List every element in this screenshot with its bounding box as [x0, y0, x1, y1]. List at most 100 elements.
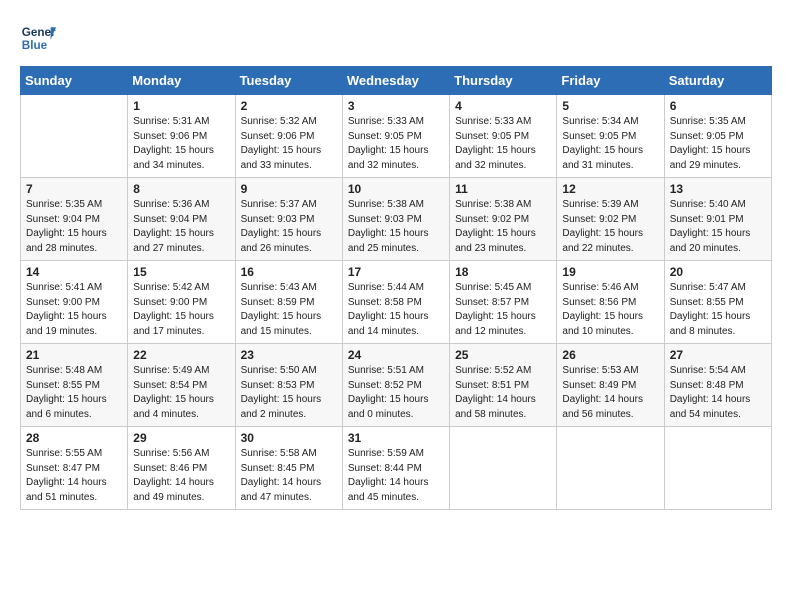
day-number: 26 [562, 348, 658, 362]
weekday-header-wednesday: Wednesday [342, 67, 449, 95]
day-number: 14 [26, 265, 122, 279]
day-number: 9 [241, 182, 337, 196]
day-number: 20 [670, 265, 766, 279]
weekday-header-friday: Friday [557, 67, 664, 95]
calendar-cell: 27 Sunrise: 5:54 AM Sunset: 8:48 PM Dayli… [664, 344, 771, 427]
day-info: Sunrise: 5:58 AM Sunset: 8:45 PM Dayligh… [241, 447, 337, 505]
calendar-cell: 15Sunrise: 5:42 AM Sunset: 9:00 PM Dayli… [128, 261, 235, 344]
calendar-cell: 19 Sunrise: 5:46 AM Sunset: 8:56 PM Dayli… [557, 261, 664, 344]
day-number: 4 [455, 99, 551, 113]
logo-icon: General Blue [20, 20, 56, 56]
calendar-cell: 4 Sunrise: 5:33 AM Sunset: 9:05 PM Daylig… [450, 95, 557, 178]
calendar-cell: 20 Sunrise: 5:47 AM Sunset: 8:55 PM Dayli… [664, 261, 771, 344]
day-info: Sunrise: 5:47 AM Sunset: 8:55 PM Dayligh… [670, 281, 766, 339]
calendar-cell: 30Sunrise: 5:58 AM Sunset: 8:45 PM Dayli… [235, 427, 342, 510]
calendar-cell: 26 Sunrise: 5:53 AM Sunset: 8:49 PM Dayli… [557, 344, 664, 427]
day-info: Sunrise: 5:38 AM Sunset: 9:03 PM Dayligh… [348, 198, 444, 256]
calendar-cell: 6 Sunrise: 5:35 AM Sunset: 9:05 PM Daylig… [664, 95, 771, 178]
calendar-cell: 2 Sunrise: 5:32 AM Sunset: 9:06 PM Daylig… [235, 95, 342, 178]
calendar-cell: 16 Sunrise: 5:43 AM Sunset: 8:59 PM Dayli… [235, 261, 342, 344]
day-info: Sunrise: 5:40 AM Sunset: 9:01 PM Dayligh… [670, 198, 766, 256]
calendar-cell: 3 Sunrise: 5:33 AM Sunset: 9:05 PM Daylig… [342, 95, 449, 178]
day-info: Sunrise: 5:54 AM Sunset: 8:48 PM Dayligh… [670, 364, 766, 422]
day-number: 6 [670, 99, 766, 113]
day-number: 5 [562, 99, 658, 113]
calendar-cell: 9Sunrise: 5:37 AM Sunset: 9:03 PM Daylig… [235, 178, 342, 261]
weekday-header-thursday: Thursday [450, 67, 557, 95]
day-number: 13 [670, 182, 766, 196]
day-info: Sunrise: 5:55 AM Sunset: 8:47 PM Dayligh… [26, 447, 122, 505]
day-number: 1 [133, 99, 229, 113]
day-info: Sunrise: 5:45 AM Sunset: 8:57 PM Dayligh… [455, 281, 551, 339]
day-number: 31 [348, 431, 444, 445]
day-number: 2 [241, 99, 337, 113]
logo: General Blue [20, 20, 56, 56]
calendar-cell: 14 Sunrise: 5:41 AM Sunset: 9:00 PM Dayli… [21, 261, 128, 344]
day-info: Sunrise: 5:41 AM Sunset: 9:00 PM Dayligh… [26, 281, 122, 339]
day-number: 28 [26, 431, 122, 445]
calendar-cell: 29Sunrise: 5:56 AM Sunset: 8:46 PM Dayli… [128, 427, 235, 510]
calendar-cell [21, 95, 128, 178]
calendar-week-row: 7 Sunrise: 5:35 AM Sunset: 9:04 PM Daylig… [21, 178, 772, 261]
day-info: Sunrise: 5:32 AM Sunset: 9:06 PM Dayligh… [241, 115, 337, 173]
day-info: Sunrise: 5:46 AM Sunset: 8:56 PM Dayligh… [562, 281, 658, 339]
day-number: 18 [455, 265, 551, 279]
day-info: Sunrise: 5:59 AM Sunset: 8:44 PM Dayligh… [348, 447, 444, 505]
day-info: Sunrise: 5:50 AM Sunset: 8:53 PM Dayligh… [241, 364, 337, 422]
svg-text:Blue: Blue [22, 39, 48, 52]
calendar-week-row: 14 Sunrise: 5:41 AM Sunset: 9:00 PM Dayli… [21, 261, 772, 344]
calendar-header: SundayMondayTuesdayWednesdayThursdayFrid… [21, 67, 772, 95]
calendar-cell: 13 Sunrise: 5:40 AM Sunset: 9:01 PM Dayli… [664, 178, 771, 261]
day-info: Sunrise: 5:51 AM Sunset: 8:52 PM Dayligh… [348, 364, 444, 422]
calendar-cell: 31 Sunrise: 5:59 AM Sunset: 8:44 PM Dayli… [342, 427, 449, 510]
day-number: 19 [562, 265, 658, 279]
calendar-cell: 8 Sunrise: 5:36 AM Sunset: 9:04 PM Daylig… [128, 178, 235, 261]
day-info: Sunrise: 5:35 AM Sunset: 9:04 PM Dayligh… [26, 198, 122, 256]
day-info: Sunrise: 5:43 AM Sunset: 8:59 PM Dayligh… [241, 281, 337, 339]
day-number: 16 [241, 265, 337, 279]
day-info: Sunrise: 5:33 AM Sunset: 9:05 PM Dayligh… [348, 115, 444, 173]
day-info: Sunrise: 5:48 AM Sunset: 8:55 PM Dayligh… [26, 364, 122, 422]
calendar-cell: 11 Sunrise: 5:38 AM Sunset: 9:02 PM Dayli… [450, 178, 557, 261]
day-info: Sunrise: 5:52 AM Sunset: 8:51 PM Dayligh… [455, 364, 551, 422]
calendar-cell [450, 427, 557, 510]
calendar-week-row: 28 Sunrise: 5:55 AM Sunset: 8:47 PM Dayli… [21, 427, 772, 510]
day-number: 8 [133, 182, 229, 196]
day-info: Sunrise: 5:34 AM Sunset: 9:05 PM Dayligh… [562, 115, 658, 173]
day-number: 25 [455, 348, 551, 362]
weekday-header-tuesday: Tuesday [235, 67, 342, 95]
calendar-cell: 28 Sunrise: 5:55 AM Sunset: 8:47 PM Dayli… [21, 427, 128, 510]
weekday-header-monday: Monday [128, 67, 235, 95]
day-number: 11 [455, 182, 551, 196]
calendar-cell: 7 Sunrise: 5:35 AM Sunset: 9:04 PM Daylig… [21, 178, 128, 261]
calendar-cell [664, 427, 771, 510]
day-info: Sunrise: 5:33 AM Sunset: 9:05 PM Dayligh… [455, 115, 551, 173]
day-number: 23 [241, 348, 337, 362]
day-number: 3 [348, 99, 444, 113]
calendar-table: SundayMondayTuesdayWednesdayThursdayFrid… [20, 66, 772, 510]
calendar-cell: 18 Sunrise: 5:45 AM Sunset: 8:57 PM Dayli… [450, 261, 557, 344]
calendar-cell: 22Sunrise: 5:49 AM Sunset: 8:54 PM Dayli… [128, 344, 235, 427]
calendar-cell: 21 Sunrise: 5:48 AM Sunset: 8:55 PM Dayli… [21, 344, 128, 427]
calendar-week-row: 1 Sunrise: 5:31 AM Sunset: 9:06 PM Daylig… [21, 95, 772, 178]
day-number: 21 [26, 348, 122, 362]
day-info: Sunrise: 5:35 AM Sunset: 9:05 PM Dayligh… [670, 115, 766, 173]
calendar-cell: 1 Sunrise: 5:31 AM Sunset: 9:06 PM Daylig… [128, 95, 235, 178]
calendar-cell: 17Sunrise: 5:44 AM Sunset: 8:58 PM Dayli… [342, 261, 449, 344]
day-info: Sunrise: 5:39 AM Sunset: 9:02 PM Dayligh… [562, 198, 658, 256]
calendar-cell [557, 427, 664, 510]
day-number: 10 [348, 182, 444, 196]
day-info: Sunrise: 5:31 AM Sunset: 9:06 PM Dayligh… [133, 115, 229, 173]
day-number: 7 [26, 182, 122, 196]
calendar-cell: 25 Sunrise: 5:52 AM Sunset: 8:51 PM Dayli… [450, 344, 557, 427]
day-number: 29 [133, 431, 229, 445]
day-number: 17 [348, 265, 444, 279]
calendar-week-row: 21 Sunrise: 5:48 AM Sunset: 8:55 PM Dayli… [21, 344, 772, 427]
day-info: Sunrise: 5:53 AM Sunset: 8:49 PM Dayligh… [562, 364, 658, 422]
day-info: Sunrise: 5:36 AM Sunset: 9:04 PM Dayligh… [133, 198, 229, 256]
day-info: Sunrise: 5:38 AM Sunset: 9:02 PM Dayligh… [455, 198, 551, 256]
day-number: 12 [562, 182, 658, 196]
day-number: 27 [670, 348, 766, 362]
day-number: 22 [133, 348, 229, 362]
calendar-cell: 10 Sunrise: 5:38 AM Sunset: 9:03 PM Dayli… [342, 178, 449, 261]
